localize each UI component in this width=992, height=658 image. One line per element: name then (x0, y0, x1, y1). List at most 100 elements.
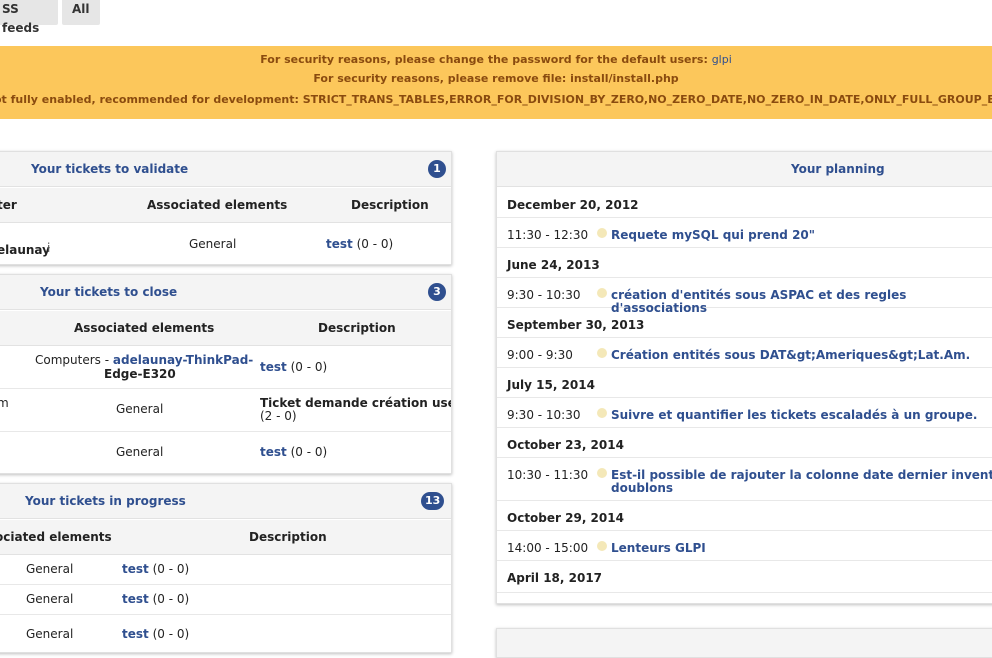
element-type: Computers - (35, 353, 113, 367)
table-row: elaunay i General test (0 - 0) (0, 223, 451, 264)
planning-event-row: 9:00 - 9:30 Création entités sous DAT&gt… (497, 337, 992, 368)
panel-title[interactable]: Your tickets in progress (25, 494, 186, 508)
planning-event-row: 9:30 - 10:30 Suivre et quantifier les ti… (497, 397, 992, 428)
description: test (0 - 0) (122, 592, 189, 606)
event-link[interactable]: Lenteurs GLPI (611, 542, 706, 555)
ticket-count: (0 - 0) (152, 627, 190, 641)
description: test (0 - 0) (122, 627, 189, 641)
associated-element: Computers - adelaunay-ThinkPad- (35, 353, 253, 367)
tab-rss-feeds[interactable]: SS feeds (0, 0, 58, 35)
event-time: 9:30 - 10:30 (507, 288, 581, 302)
planning-day: June 24, 2013 (497, 247, 992, 278)
panel-title[interactable]: Your tickets to validate (31, 162, 188, 176)
planning-day: April 18, 2017 (497, 560, 992, 593)
event-time: 11:30 - 12:30 (507, 228, 589, 242)
planning-day: October 23, 2014 (497, 427, 992, 458)
description: test (0 - 0) (122, 562, 189, 576)
associated-element: General (26, 627, 74, 641)
event-time: 10:30 - 11:30 (507, 468, 589, 482)
ticket-count: (0 - 0) (290, 445, 328, 459)
ticket-link[interactable]: test (260, 360, 287, 374)
planning-event-row: 14:00 - 15:00 Lenteurs GLPI (497, 530, 992, 561)
table-header: Associated elements Description (0, 311, 451, 346)
planning-event-row: 11:30 - 12:30 Requete mySQL qui prend 20… (497, 217, 992, 248)
security-warning-banner: For security reasons, please change the … (0, 46, 992, 119)
event-dot-icon (597, 408, 607, 418)
ticket-count: (0 - 0) (152, 562, 190, 576)
event-link-cont[interactable]: doublons (611, 482, 673, 495)
planning-date: April 18, 2017 (507, 571, 603, 585)
associated-element: General (116, 445, 164, 459)
panel-header: Your tickets to close 3 (0, 275, 451, 310)
ticket-link[interactable]: test (122, 627, 149, 641)
panel-header: Your tickets to validate 1 (0, 152, 451, 187)
tab-all[interactable]: All (62, 0, 100, 25)
count-badge: 1 (428, 160, 446, 178)
planning-date: July 15, 2014 (507, 378, 595, 392)
planning-date: September 30, 2013 (507, 318, 645, 332)
event-link[interactable]: Suivre et quantifier les tickets escalad… (611, 409, 977, 422)
col-description[interactable]: Description (318, 321, 396, 335)
event-dot-icon (597, 541, 607, 551)
panel-title[interactable]: Your planning (791, 162, 885, 176)
planning-day: September 30, 2013 (497, 307, 992, 338)
event-dot-icon (597, 348, 607, 358)
associated-element: General (189, 237, 237, 251)
col-associated-elements[interactable]: Associated elements (147, 198, 287, 212)
banner-line-install: For security reasons, please remove file… (313, 72, 679, 85)
table-header: ociated elements Description (0, 520, 451, 555)
col-associated-elements[interactable]: Associated elements (74, 321, 214, 335)
info-icon[interactable]: i (47, 241, 50, 255)
planning-day: December 20, 2012 (497, 187, 992, 218)
computer-link-cont[interactable]: Edge-E320 (104, 367, 176, 381)
computer-link[interactable]: adelaunay-ThinkPad- (113, 353, 253, 367)
panel-tickets-in-progress: Your tickets in progress 13 ociated elem… (0, 483, 452, 653)
planning-event-row: 9:30 - 10:30 création d'entités sous ASP… (497, 277, 992, 315)
panel-title[interactable]: Your tickets to close (40, 285, 177, 299)
planning-date: October 29, 2014 (507, 511, 624, 525)
banner-line-sqlmode: ot fully enabled, recommended for develo… (0, 93, 992, 106)
planning-date: June 24, 2013 (507, 258, 600, 272)
planning-event-row: 10:30 - 11:30 Est-il possible de rajoute… (497, 457, 992, 501)
ticket-count: (0 - 0) (356, 237, 394, 251)
event-link[interactable]: Requete mySQL qui prend 20" (611, 229, 815, 242)
panel-tickets-to-close: Your tickets to close 3 Associated eleme… (0, 274, 452, 474)
event-dot-icon (597, 468, 607, 478)
col-associated-elements[interactable]: ociated elements (0, 530, 112, 544)
event-time: 14:00 - 15:00 (507, 541, 589, 555)
ticket-link[interactable]: test (260, 445, 287, 459)
panel-header: Your planning (497, 152, 992, 187)
count-badge: 3 (428, 283, 446, 301)
table-row: General test (0 - 0) (0, 431, 451, 473)
requester-fragment: m (0, 396, 9, 410)
table-row: Computers - adelaunay-ThinkPad- Edge-E32… (0, 346, 451, 389)
table-row: General test (0 - 0) (0, 584, 451, 615)
planning-day: July 15, 2014 (497, 367, 992, 398)
panel-header: Your tickets in progress 13 (0, 484, 451, 519)
description: test (0 - 0) (326, 237, 393, 251)
table-row: m General Ticket demande création user (… (0, 388, 451, 432)
col-requester[interactable]: ter (0, 198, 17, 212)
associated-element: General (26, 592, 74, 606)
banner-line-password: For security reasons, please change the … (0, 53, 992, 66)
ticket-count: (2 - 0) (260, 409, 297, 423)
ticket-link[interactable]: test (122, 562, 149, 576)
glpi-user-link[interactable]: glpi (712, 53, 732, 66)
event-time: 9:00 - 9:30 (507, 348, 573, 362)
planning-day: October 29, 2014 (497, 500, 992, 531)
description: test (0 - 0) (260, 445, 327, 459)
col-description[interactable]: Description (249, 530, 327, 544)
event-link[interactable]: Création entités sous DAT&gt;Ameriques&g… (611, 349, 970, 362)
ticket-count: (0 - 0) (152, 592, 190, 606)
ticket-link[interactable]: Ticket demande création user (260, 396, 451, 410)
count-badge: 13 (421, 492, 445, 510)
description: test (0 - 0) (260, 360, 327, 374)
banner-text: For security reasons, please change the … (260, 53, 712, 66)
planning-date: December 20, 2012 (507, 198, 639, 212)
col-description[interactable]: Description (351, 198, 429, 212)
requester-name[interactable]: elaunay (0, 243, 50, 257)
table-row: General test (0 - 0) (0, 555, 451, 585)
ticket-link[interactable]: test (326, 237, 353, 251)
panel-your-planning: Your planning December 20, 2012 11:30 - … (496, 151, 992, 604)
ticket-link[interactable]: test (122, 592, 149, 606)
